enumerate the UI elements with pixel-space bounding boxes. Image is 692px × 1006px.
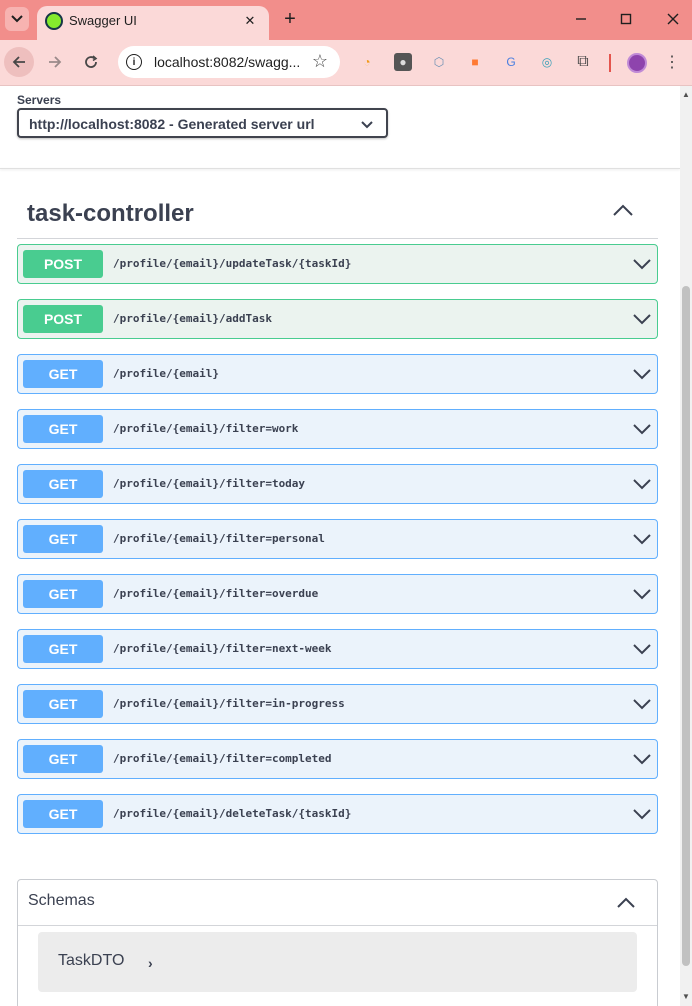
operation-path: /profile/{email}/filter=today (113, 477, 306, 490)
schemas-section: Schemas TaskDTO › (17, 879, 658, 1006)
chevron-down-icon[interactable] (633, 422, 651, 436)
operation-path: /profile/{email}/filter=in-progress (113, 697, 345, 710)
reload-icon[interactable] (76, 47, 106, 77)
scroll-down-arrow[interactable]: ▼ (680, 990, 692, 1002)
scrollbar-thumb[interactable] (682, 286, 690, 966)
operation-row[interactable]: GET/profile/{email}/filter=overdue (17, 574, 658, 614)
method-badge: POST (23, 305, 103, 333)
operation-path: /profile/{email}/deleteTask/{taskId} (113, 807, 352, 820)
browser-tab-strip: Swagger UI ✕ + (0, 0, 692, 40)
operation-row[interactable]: GET/profile/{email}/filter=in-progress (17, 684, 658, 724)
operation-row[interactable]: GET/profile/{email}/filter=next-week (17, 629, 658, 669)
method-badge: GET (23, 525, 103, 553)
operation-row[interactable]: POST/profile/{email}/updateTask/{taskId} (17, 244, 658, 284)
servers-label: Servers (17, 93, 62, 107)
bookmark-star-icon[interactable]: ☆ (312, 51, 328, 72)
extension-translate-icon[interactable]: G (502, 53, 520, 71)
minimize-icon[interactable] (570, 8, 592, 30)
chevron-down-icon[interactable] (633, 807, 651, 821)
operation-path: /profile/{email}/filter=next-week (113, 642, 332, 655)
operation-path: /profile/{email}/addTask (113, 312, 272, 325)
method-badge: GET (23, 745, 103, 773)
profile-avatar[interactable] (627, 53, 647, 73)
method-badge: GET (23, 580, 103, 608)
operation-row[interactable]: GET/profile/{email}/filter=personal (17, 519, 658, 559)
chevron-down-icon (361, 121, 373, 129)
model-taskdto[interactable]: TaskDTO › (38, 932, 637, 992)
chevron-down-icon[interactable] (633, 367, 651, 381)
method-badge: GET (23, 635, 103, 663)
extension-globe-icon[interactable]: ◎ (538, 53, 556, 71)
window-close-icon[interactable] (662, 8, 684, 30)
chevron-down-icon[interactable] (633, 752, 651, 766)
operation-row[interactable]: GET/profile/{email} (17, 354, 658, 394)
operation-path: /profile/{email} (113, 367, 219, 380)
operation-path: /profile/{email}/filter=work (113, 422, 299, 435)
forward-icon[interactable] (40, 47, 70, 77)
chevron-right-icon[interactable]: › (148, 955, 153, 971)
back-icon[interactable] (4, 47, 34, 77)
operation-path: /profile/{email}/filter=completed (113, 752, 332, 765)
chevron-down-icon[interactable] (633, 697, 651, 711)
close-icon[interactable]: ✕ (241, 12, 259, 30)
maximize-icon[interactable] (615, 8, 637, 30)
tab-search-icon[interactable] (5, 7, 29, 31)
schemas-title: Schemas (28, 892, 95, 909)
chevron-down-icon[interactable] (633, 587, 651, 601)
more-menu-icon[interactable]: ⋮ (664, 51, 680, 73)
operation-row[interactable]: GET/profile/{email}/filter=today (17, 464, 658, 504)
chevron-down-icon[interactable] (633, 642, 651, 656)
browser-toolbar: i localhost:8082/swagg... ☆ ◔ ● ⬡ ■ G ◎ … (0, 40, 692, 86)
tag-section-header[interactable]: task-controller (17, 182, 658, 239)
swagger-page: Servers http://localhost:8082 - Generate… (0, 86, 680, 1006)
operation-path: /profile/{email}/updateTask/{taskId} (113, 257, 352, 270)
chevron-up-icon[interactable] (617, 896, 635, 909)
method-badge: GET (23, 690, 103, 718)
tab-title: Swagger UI (69, 13, 137, 28)
site-info-icon[interactable]: i (126, 54, 142, 70)
method-badge: GET (23, 470, 103, 498)
toolbar-divider (609, 54, 611, 72)
section-divider (0, 168, 680, 169)
swagger-favicon (45, 12, 63, 30)
extension-timer-icon[interactable]: ◔ (358, 53, 376, 71)
method-badge: GET (23, 360, 103, 388)
extension-shield-icon[interactable]: ⬡ (430, 53, 448, 71)
chevron-down-icon[interactable] (633, 532, 651, 546)
operation-path: /profile/{email}/filter=personal (113, 532, 325, 545)
method-badge: GET (23, 800, 103, 828)
servers-select[interactable]: http://localhost:8082 - Generated server… (17, 108, 388, 138)
scroll-up-arrow[interactable]: ▲ (680, 88, 692, 100)
operation-row[interactable]: GET/profile/{email}/filter=completed (17, 739, 658, 779)
operation-row[interactable]: POST/profile/{email}/addTask (17, 299, 658, 339)
operation-path: /profile/{email}/filter=overdue (113, 587, 319, 600)
method-badge: POST (23, 250, 103, 278)
chevron-up-icon[interactable] (612, 202, 634, 218)
new-tab-button[interactable]: + (279, 8, 301, 30)
operation-row[interactable]: GET/profile/{email}/deleteTask/{taskId} (17, 794, 658, 834)
extensions-icon[interactable]: ⧉ (574, 53, 592, 71)
extension-grid-icon[interactable]: ■ (466, 53, 484, 71)
browser-tab[interactable]: Swagger UI ✕ (37, 6, 269, 40)
extension-dark-icon[interactable]: ● (394, 53, 412, 71)
tag-title: task-controller (27, 200, 194, 227)
schemas-header[interactable]: Schemas (18, 880, 657, 926)
chevron-down-icon[interactable] (633, 312, 651, 326)
chevron-down-icon[interactable] (633, 257, 651, 271)
address-url[interactable]: localhost:8082/swagg... (154, 54, 300, 70)
method-badge: GET (23, 415, 103, 443)
chevron-down-icon[interactable] (633, 477, 651, 491)
model-name: TaskDTO (58, 952, 125, 969)
address-bar[interactable]: i localhost:8082/swagg... ☆ (118, 46, 340, 78)
operation-row[interactable]: GET/profile/{email}/filter=work (17, 409, 658, 449)
servers-selected-value: http://localhost:8082 - Generated server… (29, 116, 315, 132)
